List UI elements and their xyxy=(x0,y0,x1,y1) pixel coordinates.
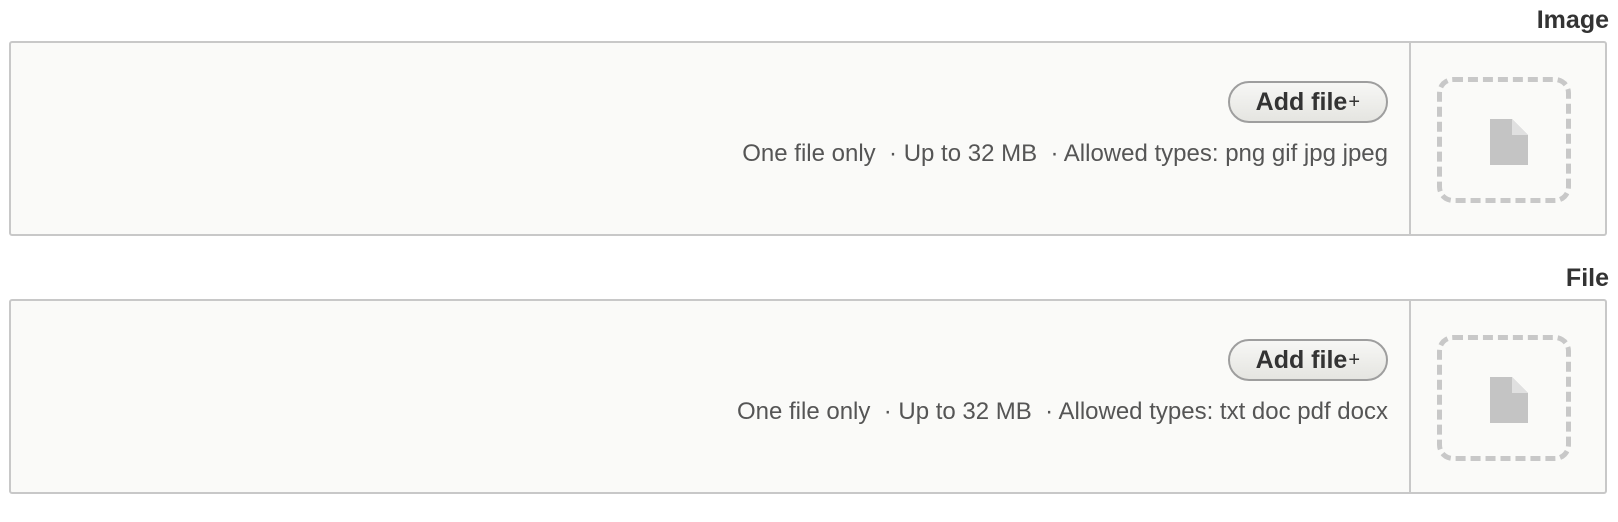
image-dropzone-panel xyxy=(1409,43,1605,234)
add-file-label: Add file xyxy=(1255,345,1348,374)
image-upload-requirements: One file only · Up to 32 MB · Allowed ty… xyxy=(742,139,1388,169)
image-upload-widget: Add file + One file only · Up to 32 MB · … xyxy=(9,41,1607,236)
file-size-limit: Up to 32 MB xyxy=(898,398,1032,425)
file-icon xyxy=(1490,119,1528,165)
meta-separator: · xyxy=(1050,140,1059,167)
file-size-limit: Up to 32 MB xyxy=(903,140,1038,167)
file-add-file-button[interactable]: Add file + xyxy=(1227,339,1388,381)
plus-icon: + xyxy=(1348,348,1360,371)
image-field: Image Add file + One file only · Up to 32… xyxy=(9,4,1609,240)
image-field-label: Image xyxy=(1536,6,1609,34)
allowed-types: Allowed types: png gif jpg jpeg xyxy=(1063,140,1388,167)
add-file-label: Add file xyxy=(1255,87,1348,116)
image-add-file-button[interactable]: Add file + xyxy=(1227,81,1388,123)
file-count-limit: One file only xyxy=(742,140,876,167)
file-upload-widget: Add file + One file only · Up to 32 MB · … xyxy=(9,299,1607,494)
image-dropzone[interactable] xyxy=(1437,77,1571,203)
file-count-limit: One file only xyxy=(736,398,871,425)
meta-separator: · xyxy=(889,140,898,167)
plus-icon: + xyxy=(1348,90,1360,113)
file-upload-requirements: One file only · Up to 32 MB · Allowed ty… xyxy=(737,397,1388,427)
file-dropzone-panel xyxy=(1409,301,1605,492)
file-dropzone[interactable] xyxy=(1437,335,1571,461)
file-field: File Add file + One file only · Up to 32 … xyxy=(9,262,1609,498)
file-field-label: File xyxy=(1565,264,1609,292)
file-icon xyxy=(1490,377,1528,423)
allowed-types: Allowed types: txt doc pdf docx xyxy=(1058,398,1388,425)
file-upload-main: Add file + One file only · Up to 32 MB · … xyxy=(11,301,1409,492)
image-upload-main: Add file + One file only · Up to 32 MB · … xyxy=(11,43,1409,234)
meta-separator: · xyxy=(1045,398,1054,425)
meta-separator: · xyxy=(883,398,892,425)
